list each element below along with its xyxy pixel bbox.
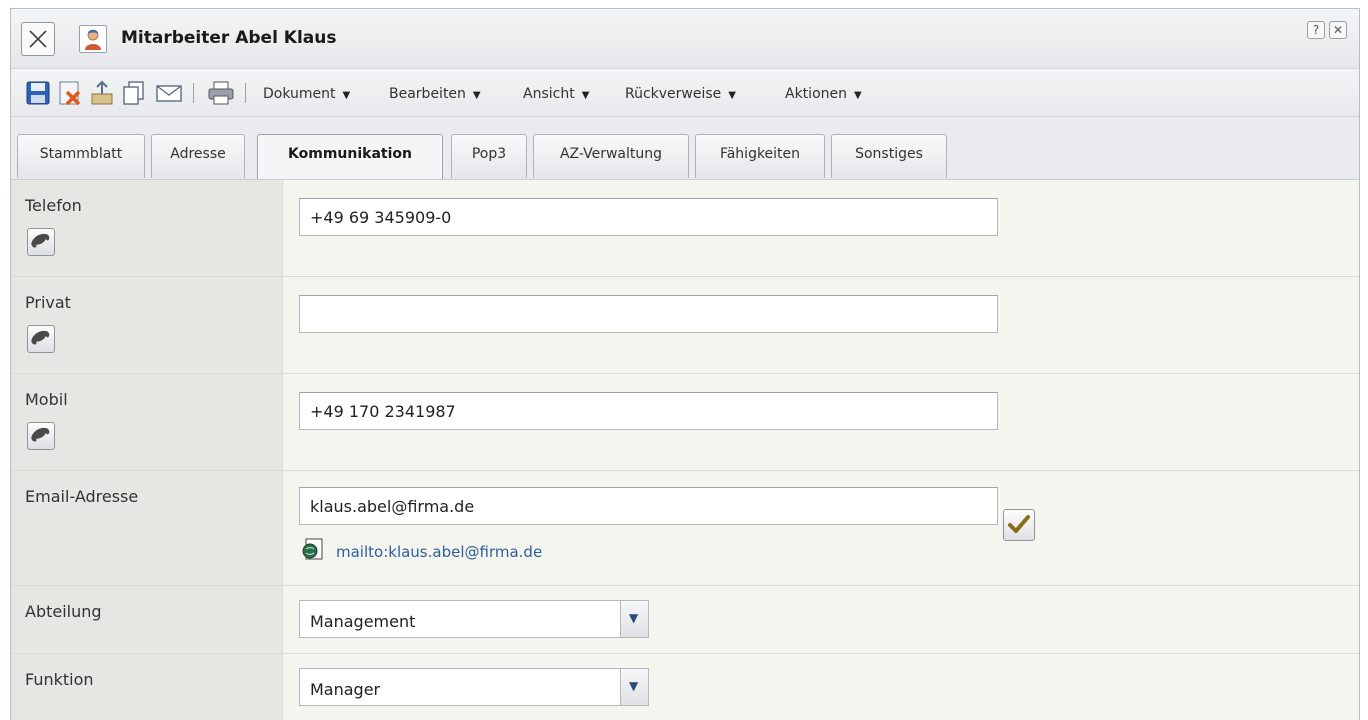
- toolbar: Dokument ▼ Bearbeiten ▼ Ansicht ▼ Rückverwe…: [11, 69, 1359, 117]
- dropdown-arrow-icon: ▼: [854, 90, 862, 101]
- send-mail-icon: [300, 537, 326, 561]
- label-cell: Abteilung: [11, 586, 283, 653]
- field-cell: [284, 374, 1359, 470]
- field-cell: mailto:klaus.abel@firma.de: [284, 471, 1359, 585]
- menu-label: Bearbeiten: [389, 86, 466, 102]
- save-icon[interactable]: [25, 80, 51, 106]
- label-cell: Email-Adresse: [11, 471, 283, 585]
- email-label: Email-Adresse: [25, 487, 139, 506]
- menu-rueckverweise[interactable]: Rückverweise ▼: [625, 86, 736, 102]
- dropdown-arrow-icon: ▼: [472, 90, 481, 101]
- copy-icon[interactable]: [121, 80, 147, 106]
- email-input[interactable]: [299, 487, 998, 525]
- chevron-down-icon: ▼: [629, 679, 639, 693]
- phone-call-button[interactable]: [27, 228, 55, 256]
- record-window: Mitarbeiter Abel Klaus ? ✕ Dokument ▼ Be…: [10, 8, 1360, 720]
- field-cell: Management ▼: [284, 586, 1359, 653]
- dropdown-arrow-icon: ▼: [581, 90, 590, 101]
- mailto-link[interactable]: mailto:klaus.abel@firma.de: [336, 543, 542, 561]
- mobil-input[interactable]: [299, 392, 998, 430]
- tab-faehigkeiten[interactable]: Fähigkeiten: [695, 134, 825, 178]
- menu-label: Dokument: [263, 86, 336, 102]
- window-title: Mitarbeiter Abel Klaus: [121, 28, 337, 48]
- tab-az-verwaltung[interactable]: AZ-Verwaltung: [533, 134, 689, 178]
- checkmark-icon: [1008, 515, 1030, 533]
- funktion-select[interactable]: Manager ▼: [299, 668, 649, 706]
- delete-icon[interactable]: [57, 80, 83, 106]
- tab-stammblatt[interactable]: Stammblatt: [17, 134, 145, 178]
- phone-call-button[interactable]: [27, 325, 55, 353]
- abteilung-select[interactable]: Management ▼: [299, 600, 649, 638]
- close-icon: [29, 30, 47, 48]
- validate-email-button[interactable]: [1003, 509, 1035, 541]
- phone-call-button[interactable]: [27, 422, 55, 450]
- tab-pop3[interactable]: Pop3: [451, 134, 527, 178]
- menu-aktionen[interactable]: Aktionen ▼: [785, 86, 862, 102]
- window-close-button[interactable]: ✕: [1329, 21, 1347, 39]
- phone-icon: [31, 330, 50, 345]
- abteilung-selected-value: Management: [310, 612, 416, 631]
- title-bar: Mitarbeiter Abel Klaus ? ✕: [11, 9, 1359, 69]
- kommunikation-form: Telefon Privat: [11, 179, 1359, 720]
- telefon-input[interactable]: [299, 198, 998, 236]
- toolbar-divider: [245, 83, 246, 103]
- phone-icon: [31, 427, 50, 442]
- field-cell: [284, 180, 1359, 276]
- menu-dokument[interactable]: Dokument ▼: [263, 86, 350, 102]
- menu-label: Aktionen: [785, 86, 847, 102]
- funktion-label: Funktion: [25, 670, 94, 689]
- tab-sonstiges[interactable]: Sonstiges: [831, 134, 947, 178]
- person-icon: [79, 25, 107, 53]
- help-button[interactable]: ?: [1307, 21, 1325, 39]
- privat-label: Privat: [25, 293, 71, 312]
- menu-label: Ansicht: [523, 86, 575, 102]
- form-row-funktion: Funktion Manager ▼: [11, 654, 1359, 720]
- label-cell: Privat: [11, 277, 283, 373]
- telefon-label: Telefon: [25, 196, 82, 215]
- abteilung-label: Abteilung: [25, 602, 102, 621]
- phone-icon: [31, 233, 50, 248]
- menu-label: Rückverweise: [625, 86, 722, 102]
- menu-bearbeiten[interactable]: Bearbeiten ▼: [389, 86, 481, 102]
- form-row-abteilung: Abteilung Management ▼: [11, 586, 1359, 654]
- field-cell: [284, 277, 1359, 373]
- chevron-down-icon: ▼: [629, 611, 639, 625]
- dropdown-arrow-icon: ▼: [342, 90, 351, 101]
- tab-strip: Stammblatt Adresse Kommunikation Pop3 AZ…: [11, 117, 1359, 179]
- menu-ansicht[interactable]: Ansicht ▼: [523, 86, 589, 102]
- abteilung-dropdown-button[interactable]: ▼: [620, 601, 648, 637]
- field-cell: Manager ▼: [284, 654, 1359, 720]
- tab-kommunikation[interactable]: Kommunikation: [257, 134, 443, 179]
- close-window-button[interactable]: [21, 22, 55, 56]
- label-cell: Telefon: [11, 180, 283, 276]
- label-cell: Funktion: [11, 654, 283, 720]
- funktion-dropdown-button[interactable]: ▼: [620, 669, 648, 705]
- funktion-selected-value: Manager: [310, 680, 381, 699]
- form-row-email: Email-Adresse mailto:klaus.abel@firma: [11, 471, 1359, 586]
- privat-input[interactable]: [299, 295, 998, 333]
- form-row-telefon: Telefon: [11, 180, 1359, 277]
- form-row-mobil: Mobil: [11, 374, 1359, 471]
- mobil-label: Mobil: [25, 390, 68, 409]
- print-icon[interactable]: [207, 80, 234, 106]
- dropdown-arrow-icon: ▼: [728, 90, 736, 101]
- export-icon[interactable]: [89, 80, 115, 106]
- label-cell: Mobil: [11, 374, 283, 470]
- toolbar-divider: [193, 83, 194, 103]
- tab-adresse[interactable]: Adresse: [151, 134, 245, 178]
- mail-icon[interactable]: [155, 80, 182, 106]
- form-row-privat: Privat: [11, 277, 1359, 374]
